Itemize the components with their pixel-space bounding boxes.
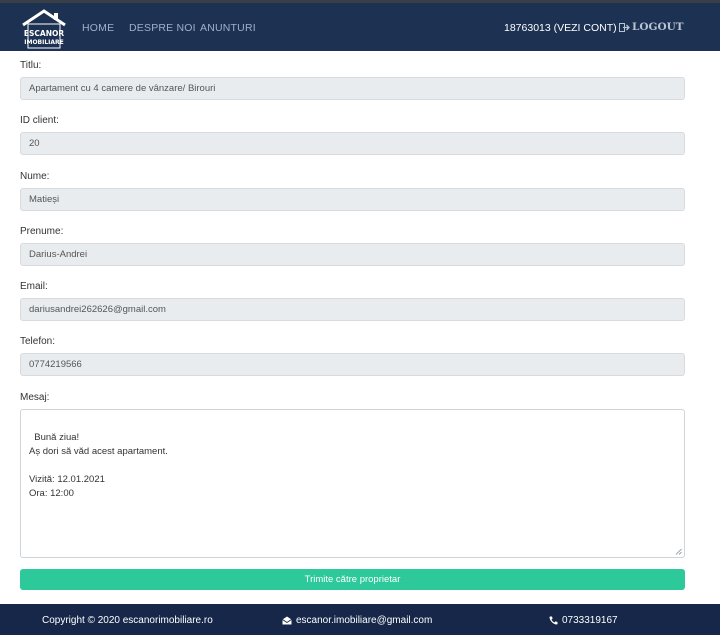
titlu-field[interactable]: Apartament cu 4 camere de vânzare/ Birou… — [20, 77, 685, 100]
footer-copyright: Copyright © 2020 escanorimobiliare.ro — [42, 615, 213, 626]
nav-anunturi[interactable]: ANUNTURI — [200, 22, 256, 34]
email-field[interactable]: dariusandrei262626@gmail.com — [20, 298, 685, 321]
page-edge — [692, 51, 720, 604]
footer-phone-text: 0733319167 — [562, 615, 618, 626]
nume-label: Nume: — [20, 171, 50, 182]
logo-text-line1: ESCANOR — [24, 29, 64, 38]
logout-label: LOGOUT — [632, 21, 684, 33]
envelope-icon — [282, 616, 292, 625]
logout-button[interactable]: LOGOUT — [619, 21, 684, 33]
mesaj-text: Bună ziua! Aș dori să văd acest apartame… — [29, 432, 168, 499]
logo[interactable]: ESCANOR IMOBILIARE — [20, 9, 68, 49]
email-label: Email: — [20, 281, 48, 292]
titlu-label: Titlu: — [20, 60, 42, 71]
house-logo-icon: ESCANOR IMOBILIARE — [22, 9, 66, 49]
footer-phone-link[interactable]: 0733319167 — [549, 615, 618, 626]
telefon-field[interactable]: 0774219566 — [20, 353, 685, 376]
id-client-label: ID client: — [20, 115, 59, 126]
nav-despre-noi[interactable]: DESPRE NOI — [129, 22, 196, 34]
logout-icon — [619, 22, 630, 32]
resize-grip-icon[interactable] — [675, 548, 682, 555]
mesaj-label: Mesaj: — [20, 392, 50, 403]
mesaj-textarea[interactable]: Bună ziua! Aș dori să văd acest apartame… — [20, 409, 685, 558]
submit-button[interactable]: Trimite către proprietar — [20, 569, 685, 590]
footer-email-link[interactable]: escanor.imobiliare@gmail.com — [282, 615, 432, 626]
nav-home[interactable]: HOME — [82, 22, 114, 34]
telefon-label: Telefon: — [20, 336, 56, 347]
footer-email-text: escanor.imobiliare@gmail.com — [296, 615, 433, 626]
prenume-label: Prenume: — [20, 226, 64, 237]
nume-field[interactable]: Matieși — [20, 188, 685, 211]
footer: Copyright © 2020 escanorimobiliare.ro es… — [0, 604, 720, 635]
nav-account-link[interactable]: 18763013 (VEZI CONT) — [504, 22, 617, 34]
id-client-field[interactable]: 20 — [20, 132, 685, 155]
phone-icon — [549, 616, 558, 625]
logo-text-line2: IMOBILIARE — [24, 39, 64, 46]
navbar: ESCANOR IMOBILIARE HOME DESPRE NOI ANUNT… — [0, 0, 720, 51]
prenume-field[interactable]: Darius-Andrei — [20, 243, 685, 266]
